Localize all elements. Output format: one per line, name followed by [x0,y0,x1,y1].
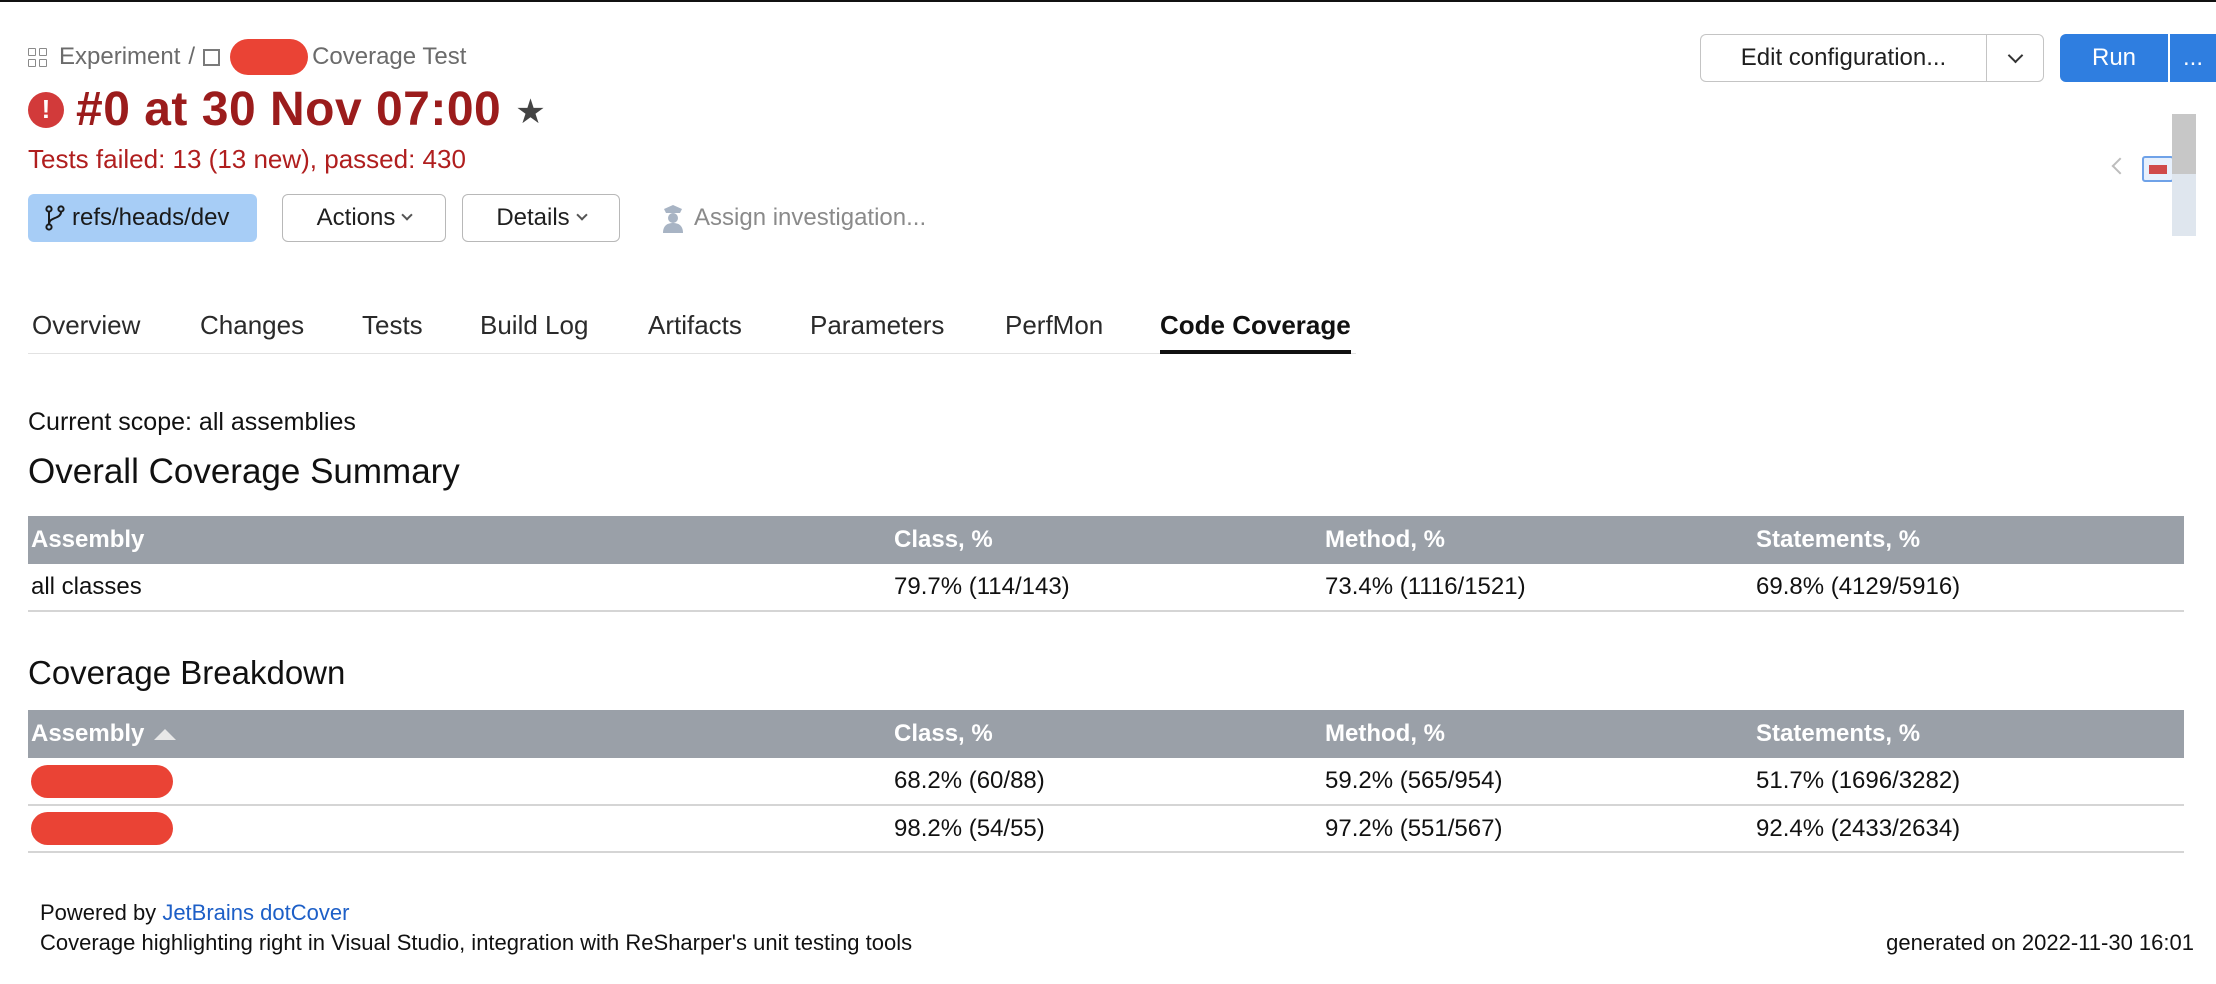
tab-overview[interactable]: Overview [32,310,140,354]
build-title-row: ! #0 at 30 Nov 07:00 ★ [28,82,546,137]
chevron-down-icon [576,209,588,221]
breakdown-heading: Coverage Breakdown [28,654,346,691]
breadcrumb-separator: / [188,43,196,70]
assign-label: Assign investigation... [694,204,927,231]
run-options-button[interactable]: ... [2170,34,2216,82]
method-cell: 97.2% (551/567) [1322,805,1753,853]
branch-badge[interactable]: refs/heads/dev [28,194,257,242]
method-cell: 73.4% (1116/1521) [1322,564,1753,612]
build-config-icon [203,48,221,66]
build-history-marker[interactable] [2142,156,2174,182]
column-header-statements: Statements, % [1753,516,2184,564]
tab-build-log[interactable]: Build Log [480,310,588,354]
powered-by-label: Powered by [40,900,157,925]
column-header-assembly-label: Assembly [31,720,145,747]
tab-parameters[interactable]: Parameters [810,310,944,354]
chevron-left-icon[interactable] [2111,157,2129,175]
table-row: 68.2% (60/88) 59.2% (565/954) 51.7% (169… [28,758,2184,806]
error-icon: ! [28,91,64,128]
assign-investigation-button[interactable]: Assign investigation... [660,198,926,238]
breakdown-table: Assembly Class, % Method, % Statements, … [28,710,2184,853]
build-title: #0 at 30 Nov 07:00 [76,83,502,136]
redacted-assembly-name [31,764,173,798]
summary-table: Assembly Class, % Method, % Statements, … [28,516,2184,612]
edit-configuration-button[interactable]: Edit configuration... [1700,34,1986,82]
redacted-label [230,39,309,75]
table-row: 98.2% (54/55) 97.2% (551/567) 92.4% (243… [28,805,2184,853]
column-header-method: Method, % [1322,516,1753,564]
actions-label: Actions [316,204,396,231]
tab-code-coverage[interactable]: Code Coverage [1160,310,1351,354]
sort-ascending-icon[interactable] [154,729,177,741]
assembly-cell[interactable] [28,805,891,853]
dotcover-link[interactable]: JetBrains dotCover [162,900,349,925]
column-header-class[interactable]: Class, % [891,710,1322,758]
powered-by: Powered by JetBrains dotCover [40,900,349,926]
class-cell: 98.2% (54/55) [891,805,1322,853]
column-header-class: Class, % [891,516,1322,564]
tab-artifacts[interactable]: Artifacts [648,310,742,354]
generated-timestamp: generated on 2022-11-30 16:01 [1886,930,2194,955]
class-cell: 79.7% (114/143) [891,564,1322,612]
edit-configuration-dropdown[interactable] [1986,34,2044,82]
details-label: Details [496,204,570,231]
details-dropdown[interactable]: Details [462,194,620,242]
column-header-statements[interactable]: Statements, % [1753,710,2184,758]
star-icon[interactable]: ★ [515,92,545,132]
grid-icon[interactable] [28,47,47,67]
redacted-assembly-name [31,812,173,845]
branch-icon [45,205,65,231]
tab-perfmon[interactable]: PerfMon [1005,310,1103,354]
footer-tagline: Coverage highlighting right in Visual St… [40,930,913,955]
class-cell: 68.2% (60/88) [891,758,1322,806]
scroll-thumb[interactable] [2172,114,2196,174]
statements-cell: 51.7% (1696/3282) [1753,758,2184,806]
statements-cell: 69.8% (4129/5916) [1753,564,2184,612]
column-header-assembly[interactable]: Assembly [28,710,891,758]
table-row: all classes 79.7% (114/143) 73.4% (1116/… [28,564,2184,612]
actions-dropdown[interactable]: Actions [282,194,446,242]
statements-cell: 92.4% (2433/2634) [1753,805,2184,853]
breadcrumb-project-link[interactable]: Experiment [59,43,180,71]
assembly-cell: all classes [28,564,891,612]
column-header-method[interactable]: Method, % [1322,710,1753,758]
chevron-down-icon [2007,47,2023,63]
chevron-down-icon [401,209,414,221]
breadcrumb: Experiment / Coverage Test [28,39,466,75]
tab-changes[interactable]: Changes [200,310,304,354]
method-cell: 59.2% (565/954) [1322,758,1753,806]
branch-label: refs/heads/dev [72,204,230,231]
column-header-assembly: Assembly [28,516,891,564]
assembly-cell[interactable] [28,758,891,806]
summary-heading: Overall Coverage Summary [28,452,460,491]
investigator-icon [663,205,683,233]
tab-tests[interactable]: Tests [362,310,423,354]
build-status-text[interactable]: Tests failed: 13 (13 new), passed: 430 [28,144,466,175]
breadcrumb-build-config-link[interactable]: Coverage Test [312,43,466,71]
run-button[interactable]: Run [2060,34,2168,82]
tab-bar: Overview Changes Tests Build Log Artifac… [28,296,1356,354]
top-border [0,0,2216,2]
coverage-scope: Current scope: all assemblies [28,408,356,436]
